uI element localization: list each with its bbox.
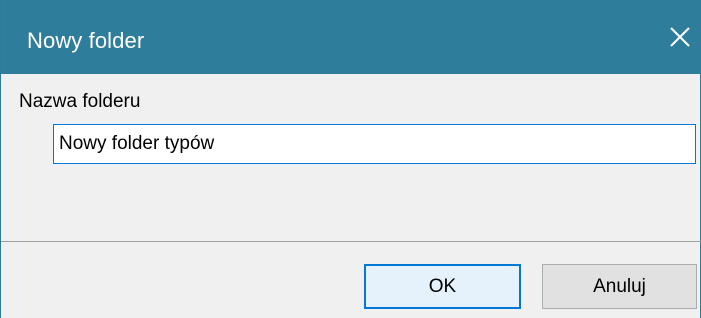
title-bar: Nowy folder: [1, 0, 701, 74]
dialog-title: Nowy folder: [27, 28, 145, 53]
ok-button[interactable]: OK: [364, 264, 521, 309]
close-icon: [670, 27, 690, 47]
new-folder-dialog: Nowy folder Nazwa folderu OK Anuluj: [0, 0, 701, 318]
close-button[interactable]: [659, 16, 701, 58]
footer-divider: [1, 241, 701, 242]
cancel-button[interactable]: Anuluj: [542, 264, 697, 309]
folder-name-label: Nazwa folderu: [19, 91, 141, 112]
folder-name-input[interactable]: [53, 124, 696, 164]
